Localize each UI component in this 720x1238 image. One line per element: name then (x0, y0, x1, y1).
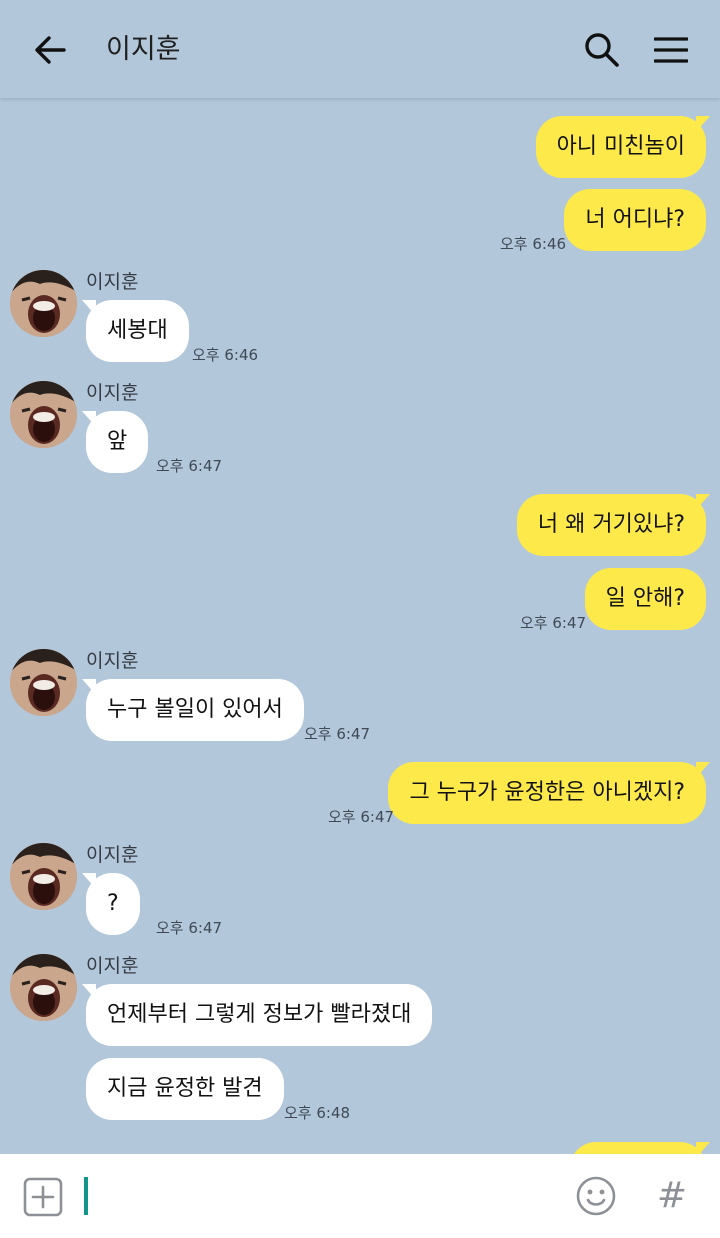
attach-button[interactable] (22, 1176, 64, 1218)
avatar[interactable] (10, 954, 77, 1021)
avatar-image (10, 649, 77, 716)
message-time: 오후 6:47 (520, 614, 587, 632)
message-text: 일 안해? (605, 586, 685, 611)
message-text: 세봉대 (107, 318, 168, 343)
message-text: 언제부터 그렇게 정보가 빨라졌대 (107, 1002, 412, 1027)
avatar[interactable] (10, 270, 77, 337)
search-button[interactable] (576, 24, 628, 76)
my-message-bubble[interactable]: 너 왜 거기있냐? (516, 494, 711, 556)
message-text: 앞 (107, 429, 128, 454)
message-text: 지금 윤정한 발견 (107, 1076, 263, 1101)
message-text: 누구 볼일이 있어서 (107, 697, 283, 722)
message-text: ? (107, 891, 119, 916)
message-time: 오후 6:47 (304, 725, 371, 743)
sender-name: 이지훈 (86, 844, 139, 866)
message-text: 너 왜 거기있냐? (537, 512, 685, 537)
sender-name: 이지훈 (86, 382, 139, 404)
my-message-bubble[interactable]: 일 안해? (584, 568, 706, 630)
avatar-image (10, 381, 77, 448)
avatar-image (10, 843, 77, 910)
their-message-bubble[interactable]: 누구 볼일이 있어서 (82, 679, 304, 741)
sender-name: 이지훈 (86, 955, 139, 977)
avatar[interactable] (10, 381, 77, 448)
message-input-bar: # (0, 1154, 720, 1238)
smiley-icon (576, 1176, 616, 1216)
search-icon (585, 33, 619, 67)
their-message-bubble[interactable]: 언제부터 그렇게 정보가 빨라졌대 (81, 984, 433, 1046)
my-message-bubble[interactable]: 그 누구가 윤정한은 아니겠지? (388, 762, 710, 824)
sender-name: 이지훈 (86, 650, 139, 672)
chat-header: 이지훈 (0, 0, 720, 98)
sender-name: 이지훈 (86, 271, 139, 293)
their-message-bubble[interactable]: ? (82, 873, 140, 935)
avatar[interactable] (10, 843, 77, 910)
their-message-bubble[interactable]: 지금 윤정한 발견 (86, 1058, 284, 1120)
their-message-bubble[interactable]: 세봉대 (82, 300, 189, 362)
my-message-bubble[interactable]: 아니 미친놈이 (535, 116, 711, 178)
message-list[interactable]: 아니 미친놈이 너 어디냐? 오후 6:46 이지훈 세봉대 오후 6:46 이… (0, 98, 720, 1154)
plus-square-icon (23, 1177, 63, 1217)
hashtag-button[interactable]: # (652, 1172, 692, 1220)
message-input[interactable] (84, 1172, 554, 1220)
hamburger-menu-icon (654, 37, 688, 63)
my-message-bubble[interactable]: 너 어디냐? (564, 189, 706, 251)
back-button[interactable] (22, 24, 78, 76)
message-time: 오후 6:47 (328, 808, 395, 826)
message-time: 오후 6:46 (500, 235, 567, 253)
my-message-bubble[interactable] (570, 1142, 710, 1154)
message-time: 오후 6:48 (284, 1104, 351, 1122)
menu-button[interactable] (645, 24, 697, 76)
their-message-bubble[interactable]: 앞 (81, 411, 149, 473)
avatar[interactable] (10, 649, 77, 716)
message-time: 오후 6:46 (192, 346, 259, 364)
message-text: 너 어디냐? (585, 207, 685, 232)
message-time: 오후 6:47 (156, 457, 223, 475)
message-text: 아니 미친놈이 (556, 134, 685, 159)
message-time: 오후 6:47 (156, 919, 223, 937)
avatar-image (10, 954, 77, 1021)
arrow-left-icon (35, 36, 66, 64)
chat-title: 이지훈 (106, 34, 181, 65)
message-text: 그 누구가 윤정한은 아니겠지? (409, 780, 685, 805)
avatar-image (10, 270, 77, 337)
emoji-button[interactable] (574, 1174, 618, 1218)
